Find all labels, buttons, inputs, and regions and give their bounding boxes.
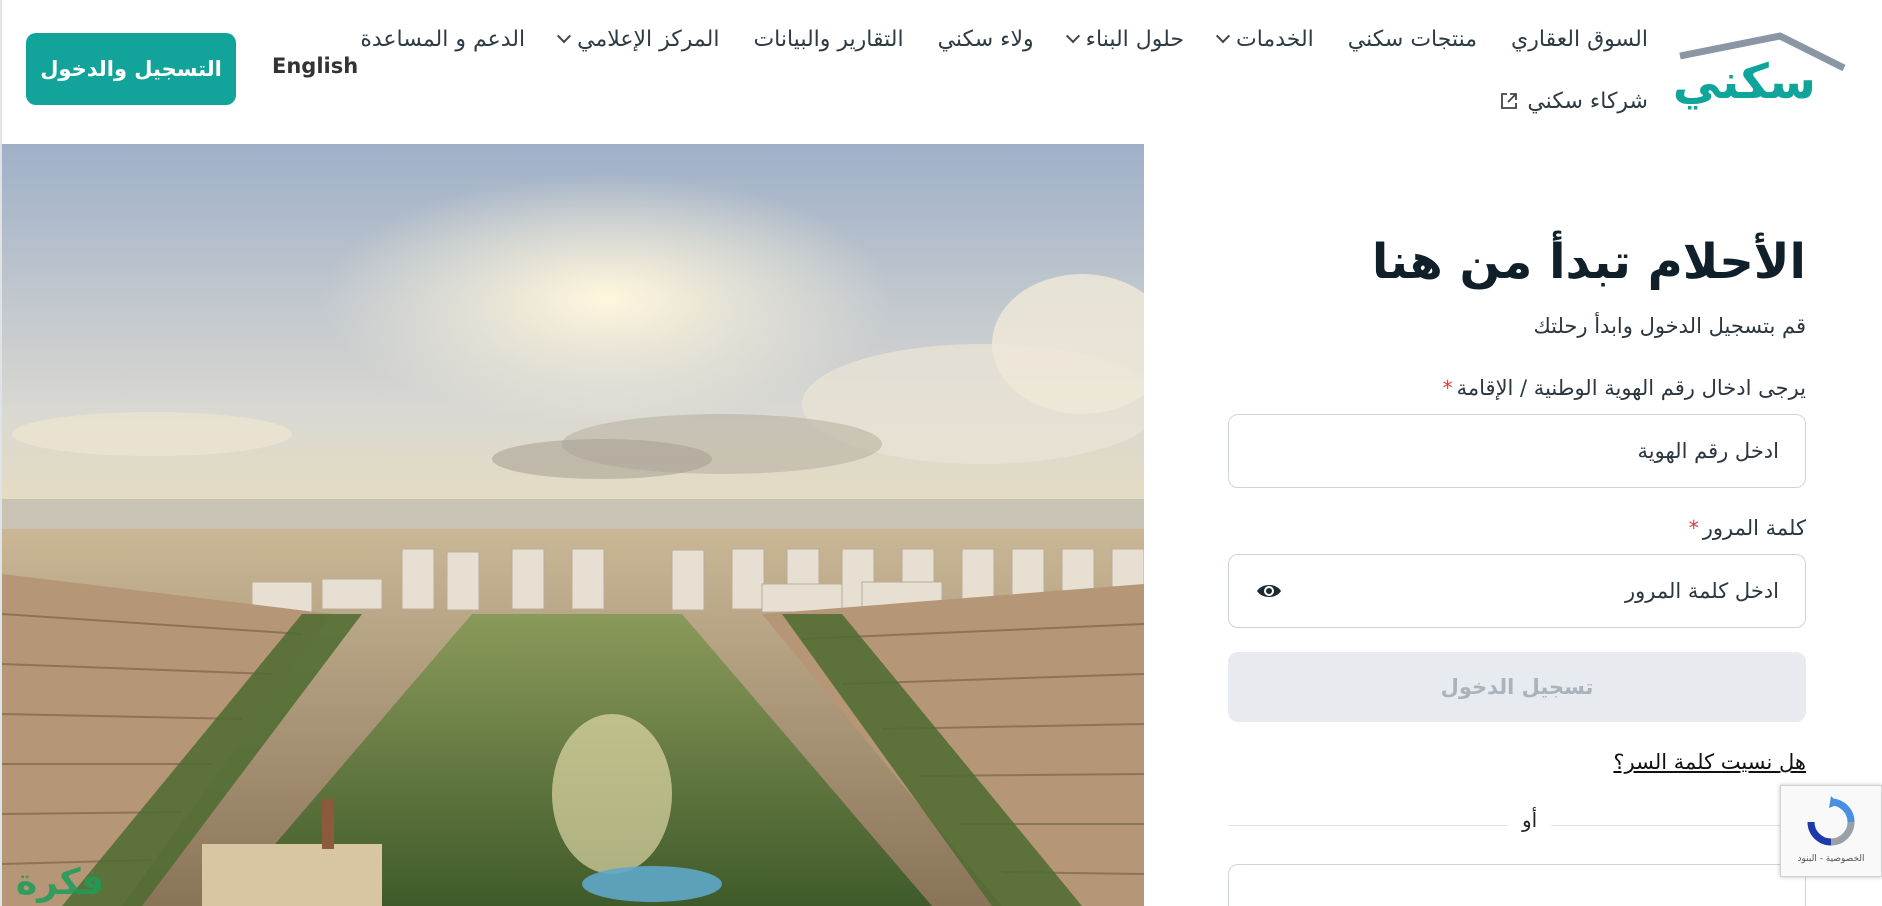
nav-item-building-solutions[interactable]: حلول البناء	[1065, 27, 1184, 52]
nav-row-2: شركاء سكني	[368, 82, 1648, 120]
alternative-login-button[interactable]	[1228, 864, 1806, 906]
page: سكني السوق العقاري منتجات سكني الخدمات ح…	[0, 0, 1882, 906]
required-mark: *	[1688, 516, 1699, 540]
or-label: أو	[1508, 808, 1552, 832]
password-placeholder: ادخل كلمة المرور	[1624, 579, 1779, 603]
nav-item-real-estate-market[interactable]: السوق العقاري	[1511, 27, 1648, 52]
watermark-logo: فكرة	[8, 856, 158, 904]
national-id-placeholder: ادخل رقم الهوية	[1637, 439, 1779, 463]
nav-item-sakani-partners[interactable]: شركاء سكني	[1499, 89, 1648, 114]
required-mark: *	[1442, 376, 1453, 400]
page-title: الأحلام تبدأ من هنا	[1371, 234, 1806, 290]
sakani-logo[interactable]: سكني	[1660, 28, 1846, 110]
register-login-button[interactable]: التسجيل والدخول	[26, 33, 236, 105]
password-field-label: كلمة المرور*	[1688, 516, 1806, 540]
nav-item-sakani-products[interactable]: منتجات سكني	[1348, 27, 1477, 52]
national-id-input[interactable]: ادخل رقم الهوية	[1228, 414, 1806, 488]
aerial-city-illustration	[2, 144, 1144, 906]
eye-icon[interactable]	[1255, 577, 1283, 605]
nav-item-reports-data[interactable]: التقارير والبيانات	[753, 27, 903, 52]
forgot-password-link[interactable]: هل نسيت كلمة السر؟	[1613, 750, 1806, 774]
logo-text: سكني	[1672, 54, 1816, 110]
nav-item-media-center[interactable]: المركز الإعلامي	[557, 27, 719, 52]
language-switch[interactable]: English	[272, 54, 358, 78]
recaptcha-icon	[1807, 796, 1855, 846]
external-link-icon	[1501, 93, 1518, 109]
nav-row-1: السوق العقاري منتجات سكني الخدمات حلول ا…	[360, 20, 1648, 58]
login-panel: الأحلام تبدأ من هنا قم بتسجيل الدخول واب…	[1144, 144, 1882, 906]
login-submit-button[interactable]: تسجيل الدخول	[1228, 652, 1806, 722]
id-field-label: يرجى ادخال رقم الهوية الوطنية / الإقامة*	[1442, 376, 1806, 400]
hero-image	[2, 144, 1144, 906]
chevron-down-icon	[1215, 29, 1231, 44]
chevron-down-icon	[557, 29, 572, 44]
recaptcha-label: الخصوصية - البنود	[1797, 854, 1865, 864]
nav-item-support[interactable]: الدعم و المساعدة	[360, 27, 525, 52]
nav-item-services[interactable]: الخدمات	[1215, 27, 1314, 52]
main-nav: السوق العقاري منتجات سكني الخدمات حلول ا…	[360, 20, 1648, 144]
recaptcha-badge[interactable]: الخصوصية - البنود	[1780, 785, 1882, 877]
chevron-down-icon	[1065, 29, 1080, 44]
nav-item-sakani-loyalty[interactable]: ولاء سكني	[938, 27, 1034, 52]
header: سكني السوق العقاري منتجات سكني الخدمات ح…	[2, 0, 1882, 144]
page-subtitle: قم بتسجيل الدخول وابدأ رحلتك	[1533, 314, 1806, 338]
watermark-text: فكرة	[16, 862, 105, 903]
password-input[interactable]: ادخل كلمة المرور	[1228, 554, 1806, 628]
